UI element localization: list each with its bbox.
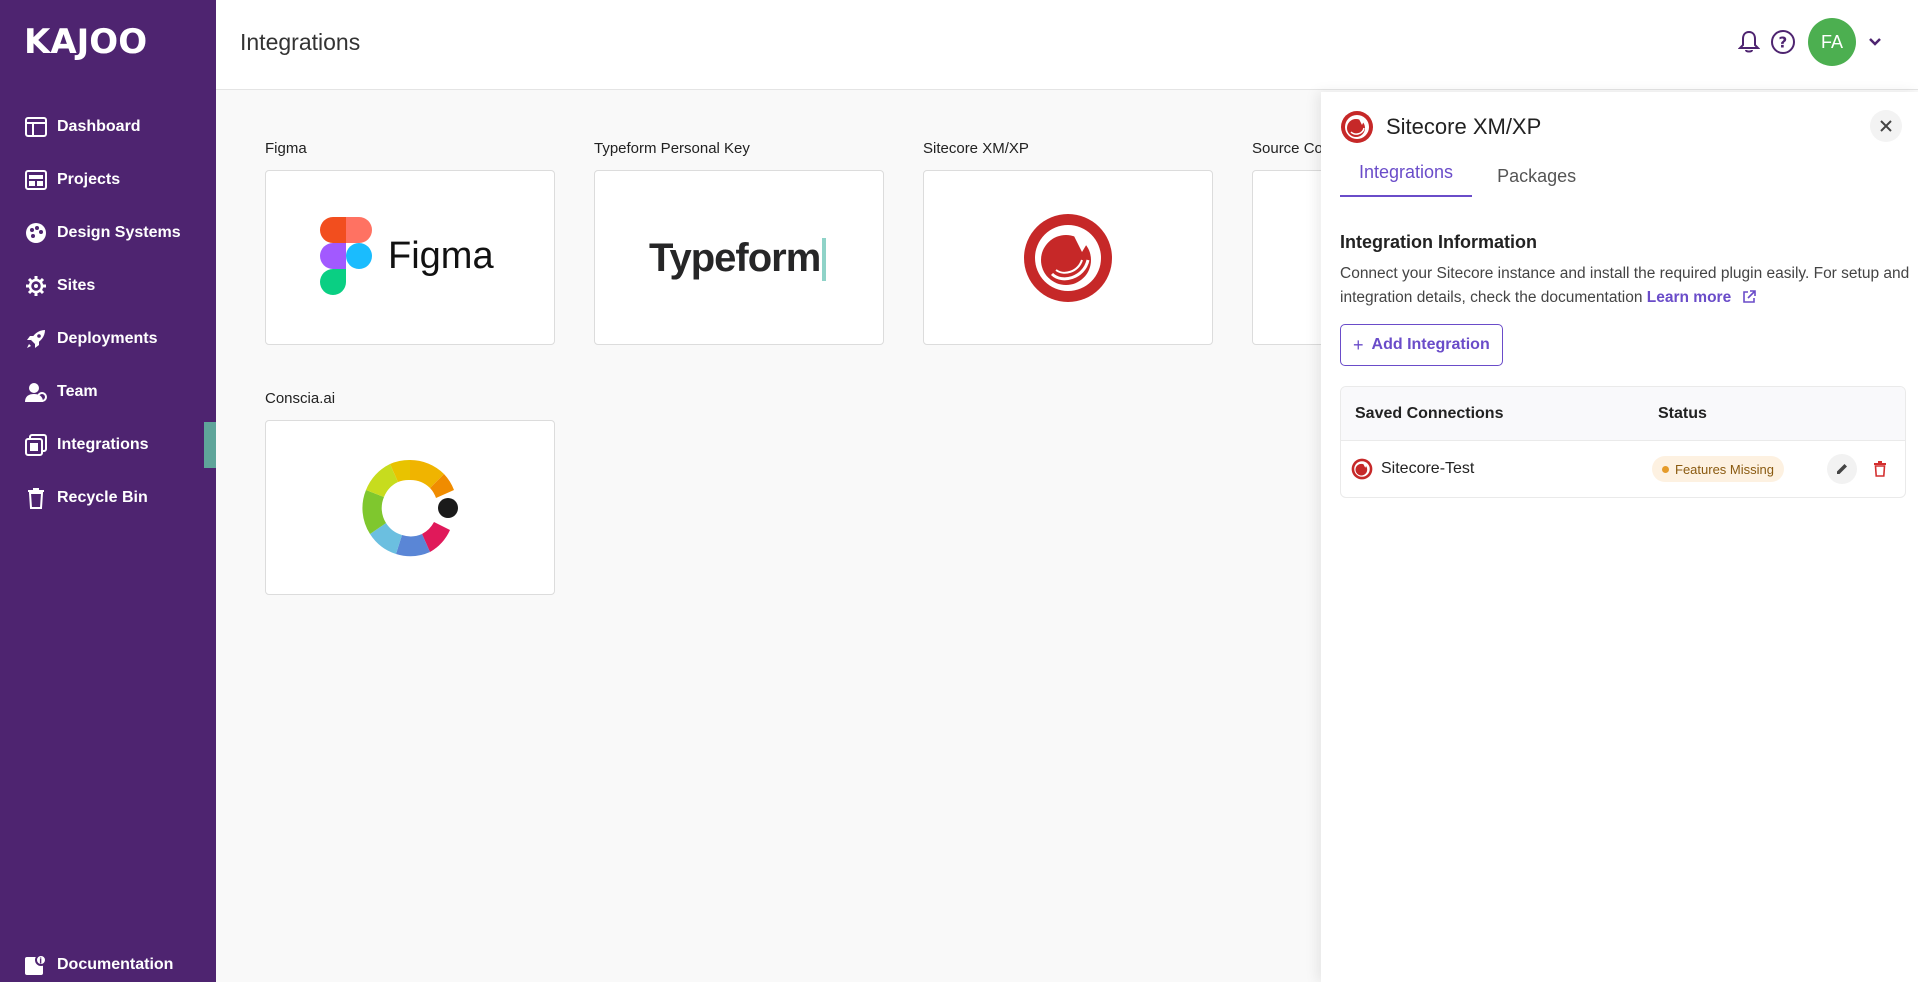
connection-name: Sitecore-Test [1381,460,1475,477]
sidebar-item-documentation[interactable]: i Documentation [0,938,216,982]
chevron-down-icon[interactable] [1866,33,1884,51]
panel-tabs: Integrations Packages [1340,162,1601,197]
dashboard-icon [24,115,48,139]
sidebar-item-label: Integrations [57,435,149,453]
typeform-card[interactable]: Typeform [594,170,884,345]
svg-text:i: i [39,957,42,966]
rocket-icon [24,327,48,351]
card-label: Conscia.ai [265,390,336,407]
add-integration-button[interactable]: + Add Integration [1340,324,1503,366]
header-actions: ? FA [1728,18,1884,66]
kajoo-logo[interactable]: KAJOO [24,22,194,60]
trash-icon [24,486,48,510]
status-dot [1662,465,1669,473]
sidebar-bottom: i Documentation [0,938,216,982]
active-indicator [204,422,216,468]
integration-detail-panel: Sitecore XM/XP Integrations Packages Int… [1321,92,1918,982]
pencil-icon [1837,464,1847,474]
column-header-name: Saved Connections [1355,404,1504,422]
table-header: Saved Connections Status [1341,387,1905,441]
sidebar-item-label: Team [57,382,98,400]
integration-card-typeform: Typeform Personal Key Typeform [594,140,884,345]
plus-icon: + [1353,334,1364,355]
sitecore-logo [1024,213,1112,302]
close-button[interactable] [1870,110,1902,142]
sidebar: KAJOO Dashboard Projects Design Systems … [0,0,216,982]
conscia-logo [362,459,458,556]
add-integration-label: Add Integration [1371,336,1490,353]
conscia-card[interactable] [265,420,555,595]
sidebar-item-team[interactable]: Team [0,365,216,418]
bell-icon[interactable] [1736,29,1762,55]
sidebar-item-label: Deployments [57,329,158,347]
sidebar-item-dashboard[interactable]: Dashboard [0,100,216,153]
trash-icon [1874,461,1886,477]
top-header: Integrations ? FA [216,0,1918,90]
connection-name-cell: Sitecore-Test [1341,458,1658,480]
page-title: Integrations [240,29,361,55]
integration-card-conscia: Conscia.ai [265,390,555,595]
typeform-logo: Typeform [649,236,826,281]
sidebar-item-projects[interactable]: Projects [0,153,216,206]
card-label: Figma [265,140,307,157]
sidebar-item-integrations[interactable]: Integrations [0,418,216,471]
status-text: Features Missing [1675,461,1774,477]
team-icon [24,380,48,404]
delete-button[interactable] [1865,454,1895,484]
column-header-status: Status [1658,404,1707,422]
sidebar-item-label: Documentation [57,956,174,973]
palette-icon [24,221,48,245]
card-label: Sitecore XM/XP [923,140,1029,157]
avatar[interactable]: FA [1808,18,1856,66]
learn-more-link[interactable]: Learn more [1647,289,1731,306]
info-description: Connect your Sitecore instance and insta… [1340,265,1910,306]
integration-card-figma: Figma Figma [265,140,555,345]
svg-text:KAJOO: KAJOO [24,22,147,60]
sidebar-item-design-systems[interactable]: Design Systems [0,206,216,259]
row-actions [1819,454,1895,484]
table-row[interactable]: Sitecore-Test Features Missing [1341,441,1905,497]
close-icon [1880,120,1892,132]
integration-info-title: Integration Information [1340,232,1537,252]
tab-packages[interactable]: Packages [1478,162,1595,197]
tab-integrations[interactable]: Integrations [1340,162,1473,197]
card-label: Typeform Personal Key [594,140,750,157]
documentation-icon: i [24,953,48,977]
svg-text:Typeform: Typeform [649,236,820,280]
sidebar-item-sites[interactable]: Sites [0,259,216,312]
sitecore-card[interactable] [923,170,1213,345]
figma-logo: Figma [320,216,494,295]
sitecore-icon [1341,111,1373,143]
sidebar-nav: Dashboard Projects Design Systems Sites … [0,100,216,524]
svg-text:Figma: Figma [388,235,494,277]
projects-icon [24,168,48,192]
edit-button[interactable] [1827,454,1857,484]
sidebar-item-label: Recycle Bin [57,488,148,506]
integration-info-text: Connect your Sitecore instance and insta… [1340,262,1910,310]
sidebar-item-label: Projects [57,170,121,188]
sidebar-item-label: Dashboard [57,117,141,135]
saved-connections-table: Saved Connections Status Sitecore-Test F… [1340,386,1906,498]
sitecore-icon [1351,458,1373,480]
external-link-icon[interactable] [1742,290,1756,304]
panel-header: Sitecore XM/XP [1340,110,1541,144]
integrations-icon [24,433,48,457]
sidebar-item-deployments[interactable]: Deployments [0,312,216,365]
integration-card-sitecore: Sitecore XM/XP [923,140,1213,345]
help-icon[interactable]: ? [1770,29,1796,55]
sidebar-item-recycle-bin[interactable]: Recycle Bin [0,471,216,524]
status-badge: Features Missing [1652,456,1784,482]
gear-icon [24,274,48,298]
figma-card[interactable]: Figma [265,170,555,345]
sidebar-item-label: Design Systems [57,223,181,241]
sidebar-item-label: Sites [57,276,96,294]
svg-text:?: ? [1779,34,1788,52]
panel-title: Sitecore XM/XP [1386,114,1542,139]
